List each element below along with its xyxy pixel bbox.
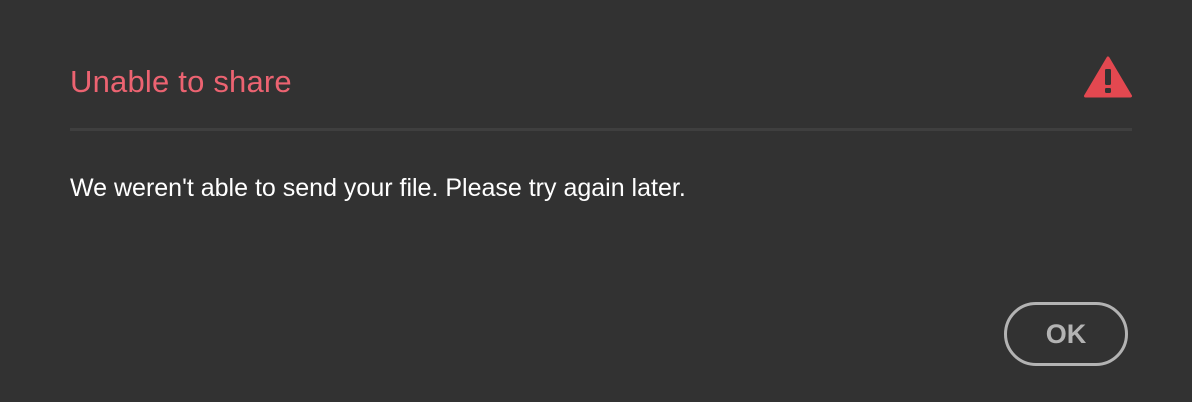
- dialog-header: Unable to share: [70, 56, 1132, 108]
- error-dialog: Unable to share We weren't able to send …: [0, 0, 1192, 402]
- dialog-title: Unable to share: [70, 64, 292, 99]
- dialog-message: We weren't able to send your file. Pleas…: [70, 174, 686, 202]
- header-divider: [70, 128, 1132, 131]
- ok-button[interactable]: OK: [1004, 302, 1128, 366]
- alert-triangle-icon: [1084, 56, 1132, 98]
